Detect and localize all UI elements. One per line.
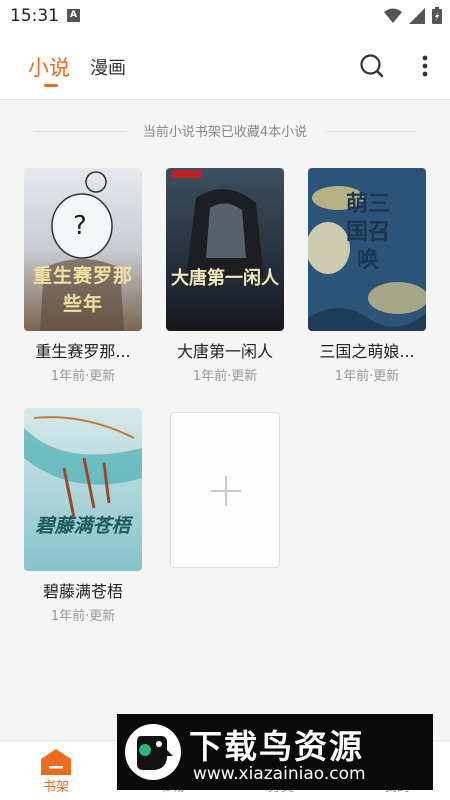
tab-comic[interactable]: 漫画 — [90, 54, 126, 80]
battery-icon — [432, 7, 442, 24]
book-update-time: 1年前·更新 — [192, 369, 258, 384]
book-title: 重生赛罗那... — [35, 342, 131, 361]
notification-icon: A — [67, 9, 80, 22]
book-title: 三国之萌娘... — [319, 342, 415, 361]
book-title: 大唐第一闲人 — [176, 342, 273, 361]
bird-logo-icon — [125, 724, 181, 780]
wifi-icon — [384, 8, 402, 23]
plus-icon — [211, 476, 241, 506]
bookshelf-icon — [41, 749, 71, 775]
cover-image — [24, 408, 142, 571]
tab-novel[interactable]: 小说 — [28, 52, 70, 82]
svg-text:?: ? — [73, 211, 87, 241]
book-update-time: 1年前·更新 — [334, 369, 400, 384]
tab-active-indicator — [44, 84, 58, 87]
shelf-info: 当前小说书架已收藏4本小说 — [0, 121, 450, 141]
shelf-count-text: 当前小说书架已收藏4本小说 — [142, 125, 308, 140]
book-cover[interactable]: 大唐第一闲人 — [166, 168, 284, 331]
watermark-title: 下载鸟资源 — [189, 727, 364, 766]
book-cover[interactable]: ? 重生赛罗那些年 — [24, 168, 142, 331]
book-cover[interactable]: 萌三国召唤 — [308, 168, 426, 331]
cover-title: 萌三国召唤 — [345, 191, 390, 273]
watermark-banner: 下载鸟资源 www.xiazainiao.com — [117, 714, 433, 790]
more-vertical-icon — [422, 55, 428, 77]
signal-icon — [409, 7, 425, 24]
nav-label: 书架 — [42, 780, 69, 795]
cover-title: 重生赛罗那些年 — [32, 265, 133, 315]
search-icon — [360, 54, 384, 78]
search-button[interactable] — [358, 52, 386, 80]
system-icons — [384, 7, 442, 24]
book-update-time: 1年前·更新 — [50, 609, 116, 624]
status-bar: 15:31 A — [0, 0, 450, 32]
cover-image — [166, 168, 284, 331]
cover-title: 碧藤满苍梧 — [35, 515, 131, 537]
top-bar: 小说 漫画 — [0, 32, 450, 100]
more-options-button[interactable] — [414, 52, 436, 80]
status-time: 15:31 — [10, 6, 59, 26]
nav-bookshelf[interactable]: 书架 — [11, 741, 101, 800]
watermark-url: www.xiazainiao.com — [193, 764, 366, 784]
book-title: 碧藤满苍梧 — [42, 582, 123, 601]
book-update-time: 1年前·更新 — [50, 369, 116, 384]
cover-title: 大唐第一闲人 — [171, 268, 279, 289]
book-cover[interactable]: 碧藤满苍梧 — [24, 408, 142, 571]
add-book-button[interactable] — [170, 412, 280, 568]
